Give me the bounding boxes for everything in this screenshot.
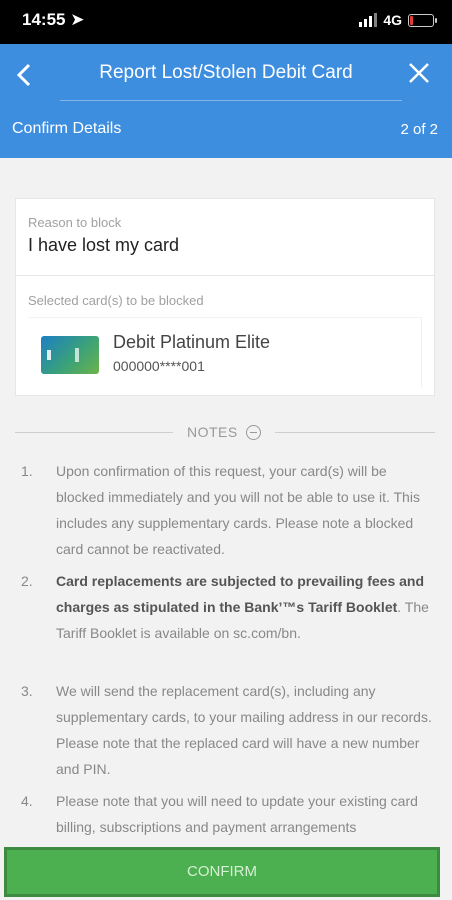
status-indicators: 4G (359, 12, 437, 28)
note-text: Upon confirmation of this request, your … (56, 463, 420, 557)
chevron-left-icon (16, 63, 31, 87)
selected-card-item: Debit Platinum Elite 000000****001 (28, 317, 422, 388)
header-divider (60, 100, 402, 101)
step-indicator: 2 of 2 (400, 121, 438, 138)
divider (16, 275, 434, 276)
status-time: 14:55 ➤ (22, 10, 85, 29)
note-number: 3. (21, 683, 33, 699)
close-icon (409, 63, 429, 83)
network-label: 4G (383, 12, 402, 28)
note-bold-text: Card replacements are subjected to preva… (56, 573, 425, 615)
notes-title: NOTES (187, 424, 238, 440)
note-number: 4. (21, 793, 33, 809)
reason-value: I have lost my card (28, 235, 180, 255)
note-number: 1. (21, 463, 33, 479)
app-header: Report Lost/Stolen Debit Card Confirm De… (0, 44, 452, 158)
card-name: Debit Platinum Elite (113, 332, 271, 352)
note-text: Card replacements are subjected to preva… (56, 568, 436, 646)
page-title: Report Lost/Stolen Debit Card (99, 62, 353, 83)
confirm-button[interactable]: CONFIRM (4, 847, 440, 897)
signal-icon (359, 13, 378, 27)
notes-header: NOTES (15, 422, 435, 442)
close-button[interactable] (404, 56, 434, 90)
divider (275, 432, 435, 433)
step-title: Confirm Details (12, 120, 122, 137)
note-text: We will send the replacement card(s), in… (56, 683, 432, 777)
note-number: 2. (21, 573, 33, 589)
back-button[interactable] (14, 58, 44, 92)
status-bar: 14:55 ➤ 4G (0, 0, 452, 44)
card-number: 000000****001 (113, 358, 205, 374)
reason-label: Reason to block (28, 215, 122, 230)
battery-icon (408, 13, 437, 27)
divider (15, 432, 173, 433)
note-text: Please note that you will need to update… (56, 793, 418, 835)
block-details-card: Reason to block I have lost my card Sele… (15, 198, 435, 396)
debit-card-image (41, 336, 99, 374)
collapse-notes-icon[interactable] (246, 425, 261, 440)
selected-cards-label: Selected card(s) to be blocked (28, 293, 204, 308)
